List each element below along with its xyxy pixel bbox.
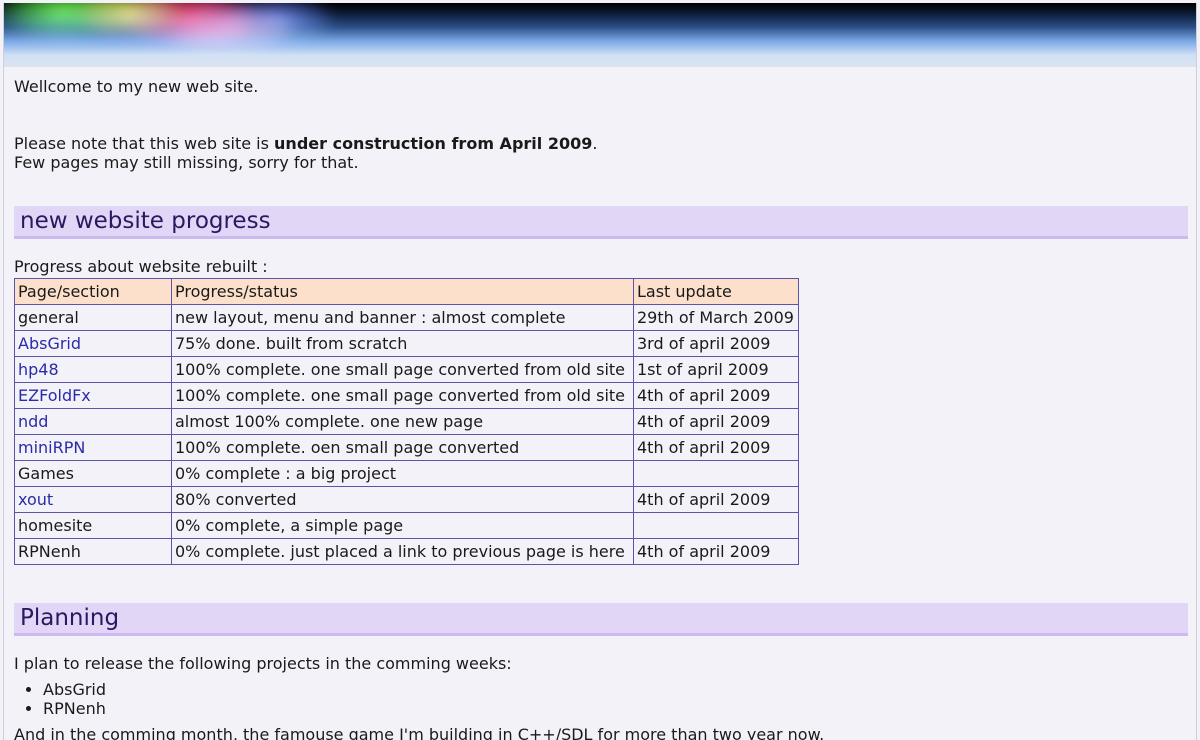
cell-page: hp48: [14, 356, 172, 383]
cell-date: 4th of april 2009: [633, 538, 799, 565]
table-header-row: Page/section Progress/status Last update: [14, 278, 799, 305]
cell-date: [633, 460, 799, 487]
notice-bold: under construction from April 2009: [274, 134, 593, 153]
table-row: EZFoldFx 100% complete. one small page co…: [14, 382, 799, 409]
page-link[interactable]: hp48: [18, 360, 59, 379]
table-row: RPNenh 0% complete. just placed a link to…: [14, 538, 799, 565]
column-header-page: Page/section: [14, 278, 172, 305]
table-row: homesite 0% complete, a simple page: [14, 512, 799, 539]
notice-line2: Few pages may still missing, sorry for t…: [14, 153, 359, 172]
cell-status: almost 100% complete. one new page: [171, 408, 634, 435]
column-header-date: Last update: [633, 278, 799, 305]
construction-notice: Please note that this web site is under …: [14, 134, 1188, 172]
cell-date: 29th of March 2009: [633, 304, 799, 331]
progress-heading: new website progress: [14, 206, 1188, 239]
page-name: homesite: [18, 516, 93, 535]
cell-status: 100% complete. one small page converted …: [171, 356, 634, 383]
cell-status: 0% complete. just placed a link to previ…: [171, 538, 634, 565]
list-item: AbsGrid: [43, 680, 1188, 699]
cell-page: ndd: [14, 408, 172, 435]
table-row: general new layout, menu and banner : alm…: [14, 304, 799, 331]
table-row: hp48 100% complete. one small page conver…: [14, 356, 799, 383]
site-banner: [4, 3, 1196, 67]
cell-status: 100% complete. one small page converted …: [171, 382, 634, 409]
page-frame: Wellcome to my new web site. Please note…: [3, 3, 1197, 740]
cell-date: 1st of april 2009: [633, 356, 799, 383]
page-name: Games: [18, 464, 74, 483]
planning-more: And in the comming month, the famouse ga…: [14, 725, 825, 740]
cell-page: AbsGrid: [14, 330, 172, 357]
cell-status: 80% converted: [171, 486, 634, 513]
cell-page: xout: [14, 486, 172, 513]
progress-table: Page/section Progress/status Last update…: [14, 278, 799, 565]
cell-date: 4th of april 2009: [633, 408, 799, 435]
cell-status: 100% complete. oen small page converted: [171, 434, 634, 461]
cell-status: 0% complete, a simple page: [171, 512, 634, 539]
cell-page: Games: [14, 460, 172, 487]
table-row: AbsGrid 75% done. built from scratch 3rd o…: [14, 330, 799, 357]
cell-page: miniRPN: [14, 434, 172, 461]
column-header-status: Progress/status: [171, 278, 634, 305]
cell-date: [633, 512, 799, 539]
page-link[interactable]: xout: [18, 490, 53, 509]
main-content: Wellcome to my new web site. Please note…: [14, 75, 1188, 740]
cell-status: new layout, menu and banner : almost com…: [171, 304, 634, 331]
cell-page: RPNenh: [14, 538, 172, 565]
cell-page: EZFoldFx: [14, 382, 172, 409]
table-row: xout 80% converted 4th of april 2009: [14, 486, 799, 513]
notice-suffix: .: [592, 134, 598, 153]
cell-date: 4th of april 2009: [633, 382, 799, 409]
page-name: general: [18, 308, 79, 327]
planning-list: AbsGridRPNenh: [14, 680, 1188, 718]
progress-table-body: general new layout, menu and banner : alm…: [14, 304, 799, 565]
cell-date: 3rd of april 2009: [633, 330, 799, 357]
table-row: miniRPN 100% complete. oen small page con…: [14, 434, 799, 461]
notice-prefix: Please note that this web site is: [14, 134, 275, 153]
table-row: Games 0% complete : a big project: [14, 460, 799, 487]
cell-date: 4th of april 2009: [633, 434, 799, 461]
page-name: RPNenh: [18, 542, 81, 561]
cell-status: 75% done. built from scratch: [171, 330, 634, 357]
cell-date: 4th of april 2009: [633, 486, 799, 513]
cell-page: general: [14, 304, 172, 331]
planning-intro: I plan to release the following projects…: [14, 654, 512, 673]
cell-status: 0% complete : a big project: [171, 460, 634, 487]
page-link[interactable]: miniRPN: [18, 438, 85, 457]
list-item: RPNenh: [43, 699, 1188, 718]
progress-intro: Progress about website rebuilt :: [14, 257, 268, 276]
cell-page: homesite: [14, 512, 172, 539]
page-link[interactable]: AbsGrid: [18, 334, 81, 353]
table-row: ndd almost 100% complete. one new page 4th…: [14, 408, 799, 435]
page-link[interactable]: EZFoldFx: [18, 386, 91, 405]
page-link[interactable]: ndd: [18, 412, 48, 431]
planning-heading: Planning: [14, 603, 1188, 636]
welcome-text: Wellcome to my new web site.: [14, 77, 259, 96]
